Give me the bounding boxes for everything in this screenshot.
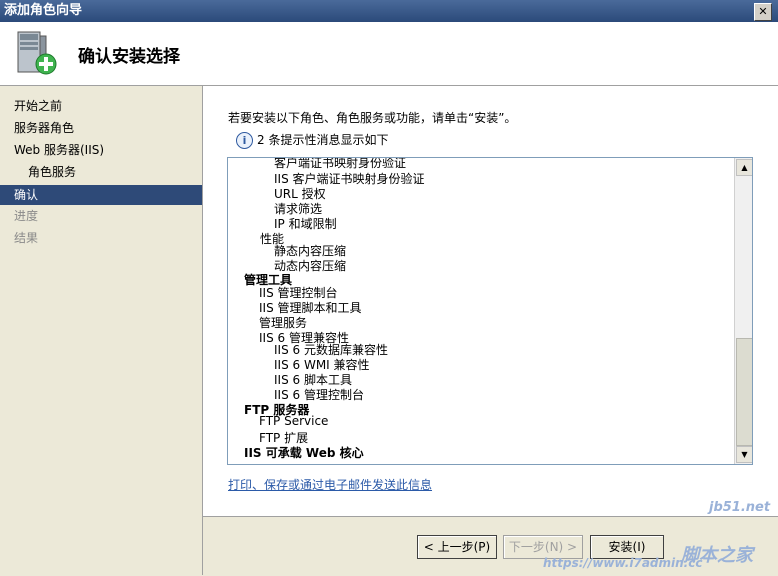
scroll-up-arrow-icon[interactable]: ▲ — [736, 159, 752, 176]
watermark-url: https://www.i7admin.cc — [543, 556, 703, 570]
watermark-site: jb51.net — [709, 500, 771, 515]
back-button[interactable]: < 上一步(P) — [417, 535, 497, 559]
nav-item-role-services[interactable]: 角色服务 — [0, 162, 202, 182]
info-message: i 2 条提示性消息显示如下 — [236, 131, 388, 149]
list-item: 客户端证书映射身份验证 — [274, 157, 407, 170]
list-item: FTP Service — [259, 414, 329, 428]
list-item: IIS 可承载 Web 核心 — [244, 446, 364, 460]
nav-item-server-roles[interactable]: 服务器角色 — [0, 118, 202, 138]
server-add-icon — [17, 31, 57, 75]
page-title: 确认安装选择 — [78, 47, 180, 67]
scroll-down-arrow-icon[interactable]: ▼ — [736, 446, 752, 463]
nav-item-progress: 进度 — [14, 209, 39, 223]
window-title: 添加角色向导 — [4, 3, 83, 18]
info-text: 2 条提示性消息显示如下 — [257, 133, 389, 147]
nav-item-confirmation[interactable]: 确认 — [0, 185, 202, 205]
nav-item-before-you-begin[interactable]: 开始之前 — [0, 96, 202, 116]
main-panel: 若要安装以下角色、角色服务或功能，请单击“安装”。 i2 条提示性消息显示如下 … — [203, 86, 778, 576]
nav-item-web-server-iis[interactable]: Web 服务器(IIS) — [0, 140, 202, 160]
print-save-email-link[interactable]: 打印、保存或通过电子邮件发送此信息 — [228, 476, 432, 493]
intro-text: 若要安装以下角色、角色服务或功能，请单击“安装”。 — [228, 111, 517, 125]
wizard-nav: 开始之前 服务器角色 Web 服务器(IIS) 角色服务 确认 进度 结果 — [0, 86, 202, 575]
list-scrollbar[interactable]: ▲ ▼ — [734, 158, 752, 464]
info-icon: i — [236, 132, 253, 149]
nav-item-results: 结果 — [14, 231, 39, 245]
close-button[interactable]: ✕ — [754, 3, 772, 21]
window-titlebar: 添加角色向导 ✕ — [0, 0, 778, 22]
selection-list[interactable]: 客户端证书映射身份验证 IIS 客户端证书映射身份验证 URL 授权 请求筛选 … — [227, 157, 753, 465]
scrollbar-thumb[interactable] — [736, 338, 752, 446]
wizard-header: 确认安装选择 — [0, 22, 778, 86]
